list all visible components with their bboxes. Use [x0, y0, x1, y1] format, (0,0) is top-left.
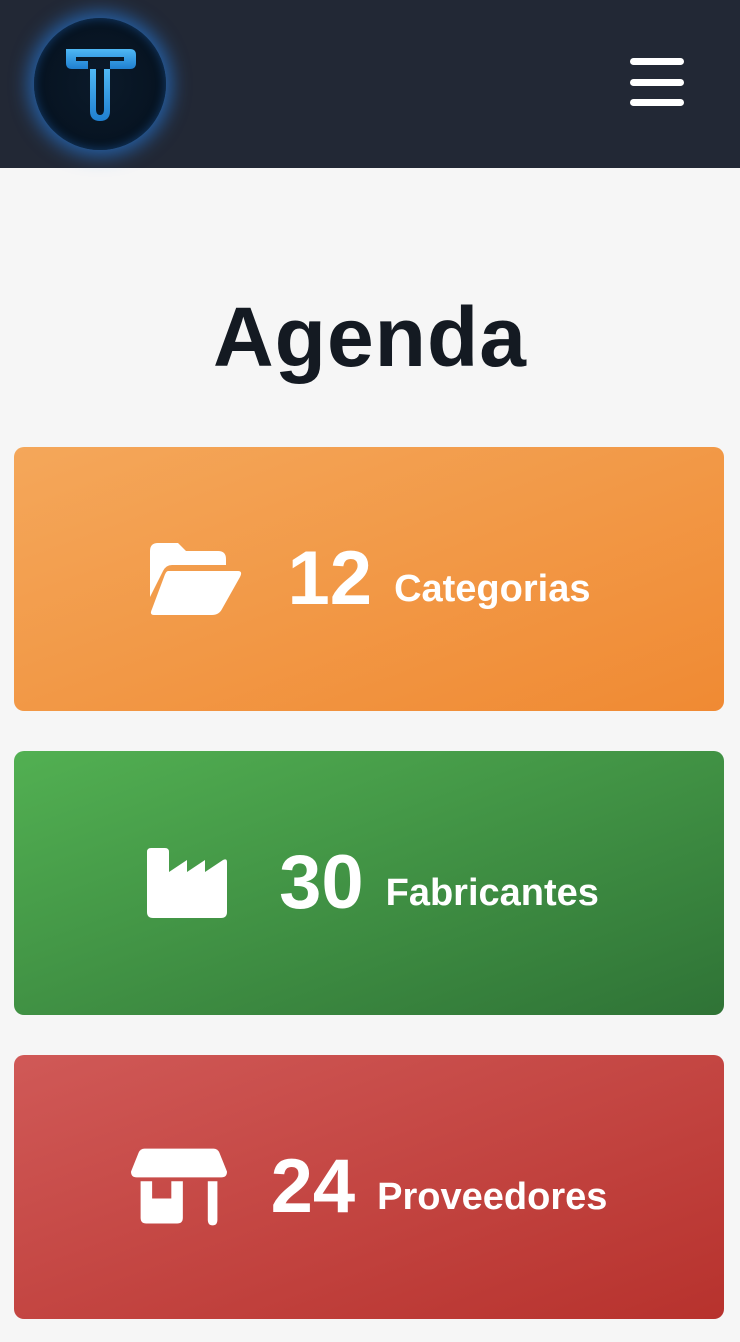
folder-open-icon: [148, 537, 244, 621]
factory-icon: [139, 841, 235, 925]
menu-bar: [630, 78, 684, 86]
fabricantes-count: 30: [279, 840, 364, 925]
categorias-label: Categorias: [394, 568, 591, 610]
categorias-count: 12: [287, 536, 373, 621]
fabricantes-label: Fabricantes: [385, 872, 599, 914]
hamburger-menu-icon[interactable]: [626, 52, 688, 112]
proveedores-label: Proveedores: [377, 1176, 608, 1218]
top-navbar: [0, 0, 740, 168]
menu-bar: [630, 58, 684, 65]
page-title: Agenda: [212, 290, 528, 384]
menu-bar: [630, 99, 684, 106]
fabricantes-card[interactable]: 30 Fabricantes: [14, 751, 724, 1015]
categorias-card[interactable]: 12 Categorias: [14, 447, 724, 711]
proveedores-count: 24: [270, 1144, 356, 1229]
proveedores-card[interactable]: 24 Proveedores: [14, 1055, 724, 1319]
store-icon: [130, 1145, 227, 1229]
t-logo-icon[interactable]: [34, 18, 166, 150]
